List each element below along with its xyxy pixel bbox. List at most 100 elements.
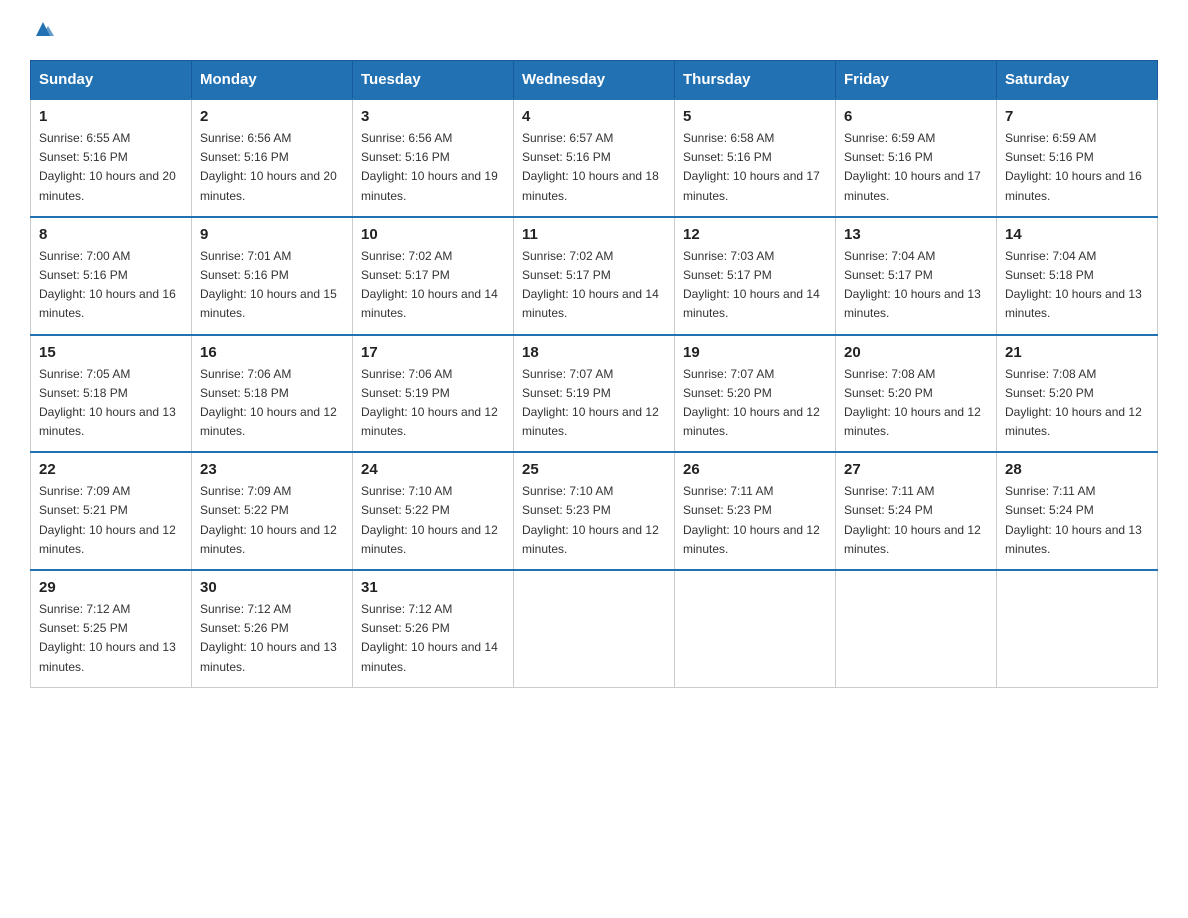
day-info: Sunrise: 7:07 AMSunset: 5:20 PMDaylight:… — [683, 365, 827, 442]
day-number: 9 — [200, 226, 344, 243]
day-number: 8 — [39, 226, 183, 243]
day-number: 11 — [522, 226, 666, 243]
calendar-cell: 5 Sunrise: 6:58 AMSunset: 5:16 PMDaylight… — [675, 99, 836, 217]
day-info: Sunrise: 7:10 AMSunset: 5:23 PMDaylight:… — [522, 482, 666, 559]
day-info: Sunrise: 7:12 AMSunset: 5:26 PMDaylight:… — [361, 600, 505, 677]
day-info: Sunrise: 7:06 AMSunset: 5:19 PMDaylight:… — [361, 365, 505, 442]
day-number: 19 — [683, 344, 827, 361]
calendar-week-2: 8 Sunrise: 7:00 AMSunset: 5:16 PMDaylight… — [31, 217, 1158, 335]
calendar-cell — [675, 570, 836, 687]
calendar-cell: 10 Sunrise: 7:02 AMSunset: 5:17 PMDayligh… — [353, 217, 514, 335]
calendar-cell: 12 Sunrise: 7:03 AMSunset: 5:17 PMDayligh… — [675, 217, 836, 335]
calendar-cell: 3 Sunrise: 6:56 AMSunset: 5:16 PMDaylight… — [353, 99, 514, 217]
calendar-cell: 7 Sunrise: 6:59 AMSunset: 5:16 PMDaylight… — [997, 99, 1158, 217]
day-number: 2 — [200, 108, 344, 125]
day-number: 31 — [361, 579, 505, 596]
calendar-cell: 22Sunrise: 7:09 AMSunset: 5:21 PMDayligh… — [31, 452, 192, 570]
calendar-cell — [836, 570, 997, 687]
day-info: Sunrise: 7:12 AMSunset: 5:26 PMDaylight:… — [200, 600, 344, 677]
day-info: Sunrise: 7:02 AMSunset: 5:17 PMDaylight:… — [361, 247, 505, 324]
day-info: Sunrise: 7:04 AMSunset: 5:18 PMDaylight:… — [1005, 247, 1149, 324]
calendar-cell: 6 Sunrise: 6:59 AMSunset: 5:16 PMDaylight… — [836, 99, 997, 217]
calendar-header: SundayMondayTuesdayWednesdayThursdayFrid… — [31, 61, 1158, 100]
calendar-cell: 19 Sunrise: 7:07 AMSunset: 5:20 PMDayligh… — [675, 335, 836, 453]
weekday-header-sunday: Sunday — [31, 61, 192, 100]
day-info: Sunrise: 7:00 AMSunset: 5:16 PMDaylight:… — [39, 247, 183, 324]
day-number: 6 — [844, 108, 988, 125]
day-info: Sunrise: 7:04 AMSunset: 5:17 PMDaylight:… — [844, 247, 988, 324]
day-number: 18 — [522, 344, 666, 361]
logo-triangle-icon — [32, 18, 54, 40]
calendar-cell: 1 Sunrise: 6:55 AMSunset: 5:16 PMDaylight… — [31, 99, 192, 217]
calendar-cell: 29 Sunrise: 7:12 AMSunset: 5:25 PMDayligh… — [31, 570, 192, 687]
weekday-header-tuesday: Tuesday — [353, 61, 514, 100]
day-info: Sunrise: 7:11 AMSunset: 5:23 PMDaylight:… — [683, 482, 827, 559]
calendar-cell: 21Sunrise: 7:08 AMSunset: 5:20 PMDayligh… — [997, 335, 1158, 453]
calendar-cell: 9 Sunrise: 7:01 AMSunset: 5:16 PMDaylight… — [192, 217, 353, 335]
calendar-cell: 24 Sunrise: 7:10 AMSunset: 5:22 PMDayligh… — [353, 452, 514, 570]
calendar-cell: 31 Sunrise: 7:12 AMSunset: 5:26 PMDayligh… — [353, 570, 514, 687]
day-number: 28 — [1005, 461, 1149, 478]
day-number: 15 — [39, 344, 183, 361]
calendar-cell: 13Sunrise: 7:04 AMSunset: 5:17 PMDayligh… — [836, 217, 997, 335]
day-number: 16 — [200, 344, 344, 361]
day-info: Sunrise: 7:02 AMSunset: 5:17 PMDaylight:… — [522, 247, 666, 324]
calendar-cell: 18 Sunrise: 7:07 AMSunset: 5:19 PMDayligh… — [514, 335, 675, 453]
day-info: Sunrise: 6:56 AMSunset: 5:16 PMDaylight:… — [200, 129, 344, 206]
day-number: 3 — [361, 108, 505, 125]
day-number: 14 — [1005, 226, 1149, 243]
calendar-cell: 2 Sunrise: 6:56 AMSunset: 5:16 PMDaylight… — [192, 99, 353, 217]
day-info: Sunrise: 7:05 AMSunset: 5:18 PMDaylight:… — [39, 365, 183, 442]
day-number: 4 — [522, 108, 666, 125]
calendar-cell: 23 Sunrise: 7:09 AMSunset: 5:22 PMDayligh… — [192, 452, 353, 570]
day-info: Sunrise: 7:01 AMSunset: 5:16 PMDaylight:… — [200, 247, 344, 324]
day-info: Sunrise: 7:09 AMSunset: 5:21 PMDaylight:… — [39, 482, 183, 559]
logo — [30, 20, 54, 40]
calendar-cell: 4 Sunrise: 6:57 AMSunset: 5:16 PMDaylight… — [514, 99, 675, 217]
calendar-cell: 25 Sunrise: 7:10 AMSunset: 5:23 PMDayligh… — [514, 452, 675, 570]
day-info: Sunrise: 7:03 AMSunset: 5:17 PMDaylight:… — [683, 247, 827, 324]
day-number: 17 — [361, 344, 505, 361]
day-number: 7 — [1005, 108, 1149, 125]
weekday-header-saturday: Saturday — [997, 61, 1158, 100]
day-info: Sunrise: 7:12 AMSunset: 5:25 PMDaylight:… — [39, 600, 183, 677]
day-info: Sunrise: 7:10 AMSunset: 5:22 PMDaylight:… — [361, 482, 505, 559]
day-number: 29 — [39, 579, 183, 596]
calendar-cell: 8 Sunrise: 7:00 AMSunset: 5:16 PMDaylight… — [31, 217, 192, 335]
day-number: 26 — [683, 461, 827, 478]
day-number: 25 — [522, 461, 666, 478]
calendar-cell: 15 Sunrise: 7:05 AMSunset: 5:18 PMDayligh… — [31, 335, 192, 453]
weekday-header-friday: Friday — [836, 61, 997, 100]
calendar-cell: 30 Sunrise: 7:12 AMSunset: 5:26 PMDayligh… — [192, 570, 353, 687]
weekday-header-wednesday: Wednesday — [514, 61, 675, 100]
weekday-header-monday: Monday — [192, 61, 353, 100]
day-number: 24 — [361, 461, 505, 478]
calendar-cell — [514, 570, 675, 687]
day-number: 30 — [200, 579, 344, 596]
day-info: Sunrise: 7:07 AMSunset: 5:19 PMDaylight:… — [522, 365, 666, 442]
day-info: Sunrise: 6:59 AMSunset: 5:16 PMDaylight:… — [844, 129, 988, 206]
calendar-body: 1 Sunrise: 6:55 AMSunset: 5:16 PMDaylight… — [31, 99, 1158, 687]
day-number: 27 — [844, 461, 988, 478]
day-number: 12 — [683, 226, 827, 243]
day-number: 10 — [361, 226, 505, 243]
day-info: Sunrise: 7:09 AMSunset: 5:22 PMDaylight:… — [200, 482, 344, 559]
calendar-cell: 20Sunrise: 7:08 AMSunset: 5:20 PMDayligh… — [836, 335, 997, 453]
day-info: Sunrise: 6:56 AMSunset: 5:16 PMDaylight:… — [361, 129, 505, 206]
calendar-cell: 27Sunrise: 7:11 AMSunset: 5:24 PMDayligh… — [836, 452, 997, 570]
day-number: 5 — [683, 108, 827, 125]
day-number: 23 — [200, 461, 344, 478]
calendar-week-5: 29 Sunrise: 7:12 AMSunset: 5:25 PMDayligh… — [31, 570, 1158, 687]
day-number: 21 — [1005, 344, 1149, 361]
day-info: Sunrise: 6:57 AMSunset: 5:16 PMDaylight:… — [522, 129, 666, 206]
day-info: Sunrise: 6:58 AMSunset: 5:16 PMDaylight:… — [683, 129, 827, 206]
calendar-cell: 26 Sunrise: 7:11 AMSunset: 5:23 PMDayligh… — [675, 452, 836, 570]
calendar-week-4: 22Sunrise: 7:09 AMSunset: 5:21 PMDayligh… — [31, 452, 1158, 570]
day-info: Sunrise: 6:55 AMSunset: 5:16 PMDaylight:… — [39, 129, 183, 206]
day-number: 1 — [39, 108, 183, 125]
day-info: Sunrise: 6:59 AMSunset: 5:16 PMDaylight:… — [1005, 129, 1149, 206]
day-number: 20 — [844, 344, 988, 361]
calendar-table: SundayMondayTuesdayWednesdayThursdayFrid… — [30, 60, 1158, 688]
calendar-cell: 16Sunrise: 7:06 AMSunset: 5:18 PMDayligh… — [192, 335, 353, 453]
weekday-header-thursday: Thursday — [675, 61, 836, 100]
